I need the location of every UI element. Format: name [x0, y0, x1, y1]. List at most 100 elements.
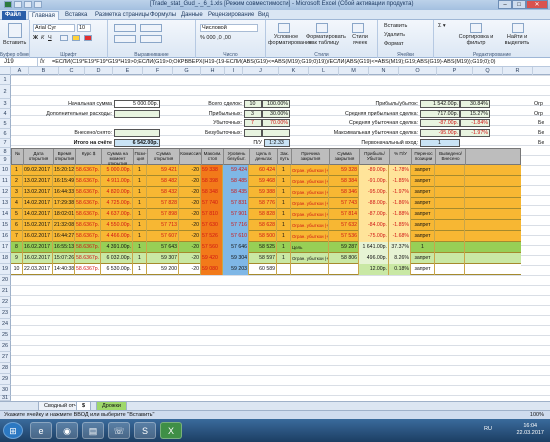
- cell-pct[interactable]: 8.26%: [389, 253, 411, 264]
- deposit-value[interactable]: [114, 129, 160, 137]
- cell-pos[interactable]: 1: [133, 242, 147, 253]
- cell-time[interactable]: 16:44:33: [53, 187, 75, 198]
- cell-sum[interactable]: 4 725.00р.: [101, 198, 133, 209]
- cell-reason[interactable]: Огран. убыткои (+1): [291, 253, 329, 264]
- borders-icon[interactable]: [60, 35, 68, 41]
- row-header[interactable]: 23: [0, 308, 11, 319]
- cell-comm[interactable]: -20: [179, 209, 201, 220]
- column-header-i[interactable]: I: [225, 67, 243, 75]
- tab-page-layout[interactable]: Разметка страницы: [92, 11, 152, 20]
- cell-rate[interactable]: 58.6367р.: [75, 220, 101, 231]
- cell-comm[interactable]: -20: [179, 231, 201, 242]
- chrome-icon[interactable]: ◉: [56, 422, 78, 439]
- cell-open[interactable]: 57 607: [147, 231, 179, 242]
- table-row[interactable]: 4 14.02.2017 17:29:38 58.6367р. 4 725.00р. 1 5…: [11, 198, 521, 209]
- cell-pl[interactable]: 496.00р.: [359, 253, 389, 264]
- cell-sum[interactable]: 4 911.00р.: [101, 176, 133, 187]
- row-header[interactable]: 1: [0, 75, 11, 85]
- close-button[interactable]: ✕: [526, 0, 548, 9]
- bold-button[interactable]: Ж: [33, 35, 38, 41]
- cell-date[interactable]: 14.02.2017: [23, 198, 53, 209]
- skype-icon[interactable]: S: [134, 422, 156, 439]
- table-row[interactable]: 5 14.02.2017 18:02:01 58.6367р. 4 637.00р. 1 5…: [11, 209, 521, 220]
- cell-stop[interactable]: 58 398: [201, 176, 223, 187]
- cell-pl[interactable]: -95.00р.: [359, 187, 389, 198]
- cell-open[interactable]: 59 307: [147, 253, 179, 264]
- cell-n[interactable]: 9: [11, 253, 23, 264]
- sort-filter-button[interactable]: Сортировка и фильтр: [458, 34, 494, 46]
- cell-date[interactable]: 16.02.2017: [23, 231, 53, 242]
- cell-pct[interactable]: 37.37%: [389, 242, 411, 253]
- row-header[interactable]: 25: [0, 330, 11, 341]
- column-header-c[interactable]: C: [59, 67, 85, 75]
- cell-be[interactable]: 57 610: [223, 231, 249, 242]
- cell-be[interactable]: 59 304: [223, 253, 249, 264]
- cell-be[interactable]: 59 424: [223, 165, 249, 176]
- first-entry-value[interactable]: 1: [420, 139, 460, 147]
- cell-reason[interactable]: [291, 264, 329, 275]
- row-header[interactable]: 17: [0, 242, 11, 253]
- cell-comm[interactable]: -20: [179, 220, 201, 231]
- paste-button[interactable]: Вставить: [3, 40, 26, 46]
- font-name-select[interactable]: Arial Cyr: [33, 24, 75, 32]
- tab-data[interactable]: Данные: [178, 11, 206, 20]
- cell-withdrawn[interactable]: [435, 198, 465, 209]
- name-box[interactable]: J19: [2, 58, 38, 67]
- cell-close[interactable]: 57 814: [329, 209, 359, 220]
- cell-target[interactable]: 58 628: [249, 220, 277, 231]
- cell-pct[interactable]: -1.88%: [389, 209, 411, 220]
- column-header-g[interactable]: G: [173, 67, 201, 75]
- italic-button[interactable]: К: [41, 35, 44, 41]
- cell-pos[interactable]: 1: [133, 220, 147, 231]
- fx-icon[interactable]: fx: [40, 58, 45, 67]
- start-sum-value[interactable]: 5 000.00р.: [114, 100, 160, 108]
- find-select-icon[interactable]: [512, 23, 524, 33]
- cell-pct[interactable]: -1.78%: [389, 165, 411, 176]
- cell-open[interactable]: 59 200: [147, 264, 179, 275]
- tab-home[interactable]: Главная: [28, 11, 59, 20]
- row-header[interactable]: 2: [0, 85, 11, 99]
- cell-pct[interactable]: -1.86%: [389, 198, 411, 209]
- cell-carry[interactable]: запрет: [411, 165, 435, 176]
- underline-button[interactable]: Ч: [48, 35, 52, 41]
- cell-rate[interactable]: 58.6367р.: [75, 198, 101, 209]
- cell-target[interactable]: 59 388: [249, 187, 277, 198]
- insert-cells-button[interactable]: Вставить: [384, 23, 407, 29]
- start-button[interactable]: ⊞: [3, 422, 23, 439]
- column-header-j[interactable]: J: [243, 67, 279, 75]
- excel-taskbar-icon[interactable]: X: [160, 422, 182, 439]
- maximize-button[interactable]: □: [512, 0, 526, 9]
- row-header[interactable]: 27: [0, 352, 11, 363]
- cell-date[interactable]: 13.02.2017: [23, 187, 53, 198]
- row-header[interactable]: 28: [0, 363, 11, 374]
- cell-pct[interactable]: -1.85%: [389, 176, 411, 187]
- cell-n[interactable]: 6: [11, 220, 23, 231]
- cell-target[interactable]: 60 424: [249, 165, 277, 176]
- cell-rate[interactable]: 58.6367р.: [75, 242, 101, 253]
- cell-withdrawn[interactable]: [435, 242, 465, 253]
- cell-date[interactable]: 14.02.2017: [23, 209, 53, 220]
- cell-date[interactable]: 16.02.2017: [23, 253, 53, 264]
- cell-time[interactable]: 16:55:13: [53, 242, 75, 253]
- table-row[interactable]: 1 09.02.2017 15:20:12 58.6367р. 5 000.00р. 1 5…: [11, 165, 521, 176]
- cell-stop[interactable]: 57 560: [201, 242, 223, 253]
- cell-pos[interactable]: 1: [133, 231, 147, 242]
- column-header-b[interactable]: B: [29, 67, 59, 75]
- cell-carry[interactable]: запрет: [411, 209, 435, 220]
- language-indicator[interactable]: RU: [484, 426, 492, 432]
- cell-n[interactable]: 1: [11, 165, 23, 176]
- cell-pos[interactable]: 1: [133, 165, 147, 176]
- cell-withdrawn[interactable]: [435, 253, 465, 264]
- cell-pos[interactable]: 1: [133, 253, 147, 264]
- cell-target[interactable]: 60 589: [249, 264, 277, 275]
- cell-withdrawn[interactable]: [435, 187, 465, 198]
- cell-n[interactable]: 8: [11, 242, 23, 253]
- cell-open[interactable]: 58 482: [147, 176, 179, 187]
- cell-rate[interactable]: 58.6367р.: [75, 176, 101, 187]
- extra-costs-value[interactable]: [114, 110, 160, 118]
- cell-path[interactable]: 1: [277, 198, 291, 209]
- row-header[interactable]: 14: [0, 209, 11, 220]
- row-header[interactable]: 13: [0, 198, 11, 209]
- cell-reason[interactable]: Огран. убыткои (+1): [291, 165, 329, 176]
- cell-carry[interactable]: запрет: [411, 220, 435, 231]
